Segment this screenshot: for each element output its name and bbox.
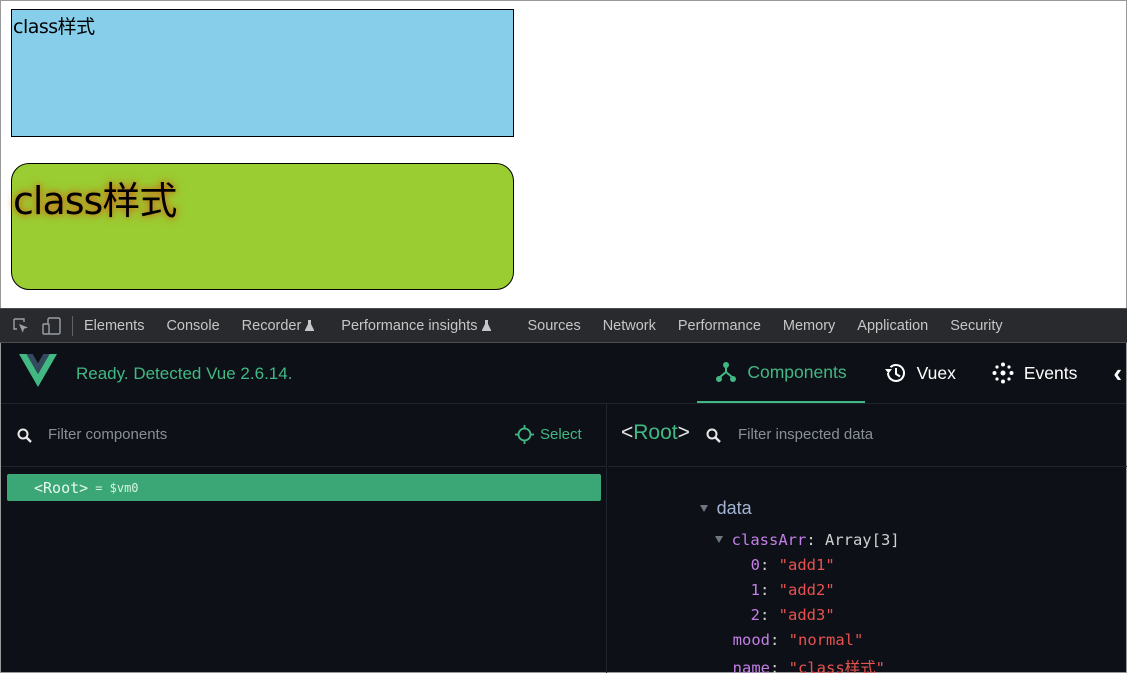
rendered-page: class样式 class样式 bbox=[0, 0, 1127, 308]
tab-recorder[interactable]: Recorder bbox=[231, 318, 326, 334]
devtools-tool-icons bbox=[0, 315, 73, 336]
tab-network[interactable]: Network bbox=[592, 318, 667, 334]
filter-inspected-data-input[interactable]: Filter inspected data bbox=[738, 426, 873, 443]
experimental-flask-icon bbox=[481, 320, 491, 331]
tab-application[interactable]: Application bbox=[846, 318, 939, 334]
title-name: Root bbox=[633, 421, 678, 444]
tab-memory[interactable]: Memory bbox=[772, 318, 846, 334]
tab-performance-insights[interactable]: Performance insights bbox=[325, 318, 501, 334]
tab-security[interactable]: Security bbox=[939, 318, 1013, 334]
box1-text: class样式 bbox=[13, 16, 95, 38]
vue-logo-icon bbox=[19, 354, 57, 387]
tab-label: Elements bbox=[84, 317, 145, 334]
class-style-box-1: class样式 bbox=[11, 9, 514, 137]
tab-label: Performance bbox=[677, 317, 761, 334]
tab-vuex-label: Vuex bbox=[916, 362, 956, 383]
tab-events[interactable]: Events bbox=[974, 343, 1096, 403]
tab-label: Performance insights bbox=[341, 317, 478, 334]
experimental-flask-icon bbox=[305, 320, 315, 331]
box2-text: class样式 bbox=[13, 179, 177, 223]
root-tag-open: < bbox=[34, 478, 44, 497]
inspector-header: <Root> Filter inspected data bbox=[608, 404, 1127, 467]
vue-main-nav: Components Vuex Events ‹ bbox=[697, 343, 1126, 404]
events-dots-icon bbox=[992, 362, 1014, 384]
component-filter-bar: Filter components Select bbox=[1, 404, 606, 467]
title-bracket-open: < bbox=[621, 421, 634, 444]
tab-label: Network bbox=[602, 317, 656, 334]
inspector-pane: <Root> Filter inspected data data classA… bbox=[608, 404, 1127, 673]
history-icon bbox=[884, 364, 905, 382]
select-label: Select bbox=[540, 426, 582, 443]
tab-label: Recorder bbox=[241, 317, 302, 334]
vue-devtools-panel: Ready. Detected Vue 2.6.14. Components V… bbox=[0, 343, 1127, 673]
vue-detected-status: Ready. Detected Vue 2.6.14. bbox=[76, 364, 293, 383]
search-icon bbox=[17, 428, 32, 443]
classarr-type: Array[3] bbox=[824, 531, 900, 549]
tab-performance[interactable]: Performance bbox=[667, 318, 772, 334]
tab-events-label: Events bbox=[1023, 362, 1078, 383]
component-tree-item-root[interactable]: < Root > = $vm0 bbox=[7, 474, 601, 501]
tab-label: Sources bbox=[527, 317, 581, 334]
filter-components-input[interactable]: Filter components bbox=[48, 426, 167, 443]
tab-label: Security bbox=[950, 317, 1003, 334]
tab-elements[interactable]: Elements bbox=[73, 318, 155, 334]
inspected-component-title: <Root> bbox=[621, 421, 690, 445]
name-value: "class样式" bbox=[788, 659, 885, 673]
vue-devtools-header: Ready. Detected Vue 2.6.14. Components V… bbox=[1, 343, 1126, 404]
tab-sources[interactable]: Sources bbox=[502, 318, 592, 334]
class-style-box-2: class样式 bbox=[11, 163, 514, 290]
root-tag-close: > bbox=[79, 478, 89, 497]
tab-console[interactable]: Console bbox=[155, 318, 230, 334]
chevron-left-icon: ‹ bbox=[1113, 357, 1122, 388]
root-vm-alias: = $vm0 bbox=[95, 480, 139, 495]
devtools-tab-bar: Elements Console Recorder Performance in… bbox=[0, 308, 1127, 343]
name-key: name bbox=[732, 659, 770, 673]
root-component-name: Root bbox=[43, 478, 80, 497]
tab-components[interactable]: Components bbox=[697, 343, 865, 403]
inspect-element-icon[interactable] bbox=[12, 317, 30, 335]
select-component-button[interactable]: Select bbox=[515, 425, 582, 444]
components-tree-icon bbox=[716, 362, 737, 382]
search-icon bbox=[706, 428, 721, 443]
collapse-triangle-icon bbox=[699, 505, 708, 512]
more-tabs-button[interactable]: ‹ bbox=[1095, 343, 1126, 403]
crosshair-icon bbox=[515, 425, 534, 444]
title-bracket-close: > bbox=[677, 421, 690, 444]
tab-vuex[interactable]: Vuex bbox=[865, 343, 974, 403]
tab-label: Memory bbox=[782, 317, 836, 334]
components-tree-pane: Filter components Select < Root > = $vm0 bbox=[1, 404, 607, 673]
tab-label: Application bbox=[857, 317, 929, 334]
tab-components-label: Components bbox=[747, 361, 847, 382]
name-row[interactable]: name: "class样式" bbox=[658, 638, 885, 673]
device-toolbar-icon[interactable] bbox=[42, 316, 62, 335]
tab-label: Console bbox=[166, 317, 220, 334]
